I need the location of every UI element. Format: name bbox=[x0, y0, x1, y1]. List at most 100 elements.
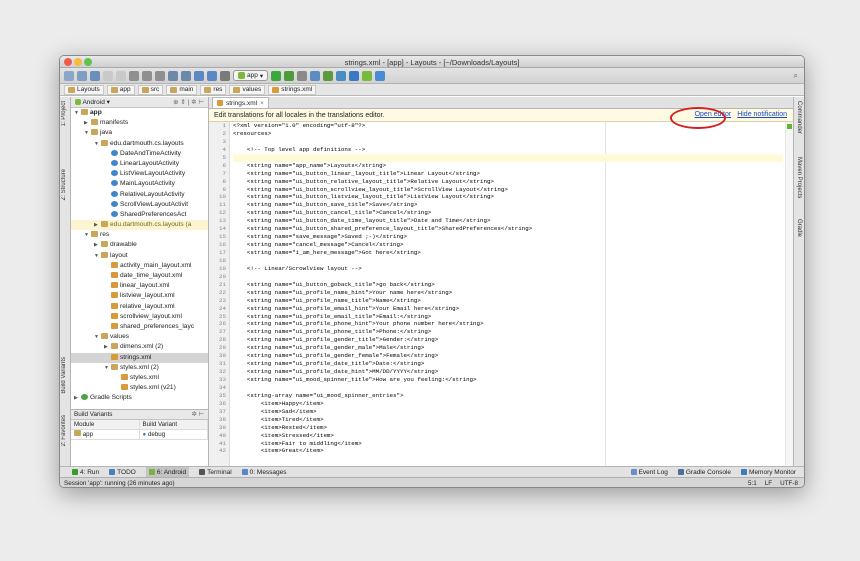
tree-item[interactable]: ▼ values bbox=[71, 332, 208, 342]
project-view-dropdown[interactable]: Android ▾ bbox=[75, 98, 110, 106]
code-line[interactable]: <item>Stressed</item> bbox=[233, 432, 783, 440]
code-line[interactable]: <resources> bbox=[233, 130, 783, 138]
tree-item[interactable]: ListViewLayoutActivity bbox=[71, 169, 208, 179]
expanded-arrow-icon[interactable]: ▼ bbox=[74, 108, 81, 118]
android-monitor-icon[interactable] bbox=[362, 70, 373, 81]
line-separator[interactable]: LF bbox=[765, 480, 772, 487]
tree-item[interactable]: styles.xml (v21) bbox=[71, 383, 208, 393]
tool-tab[interactable]: Gradle Console bbox=[677, 469, 731, 476]
tree-item[interactable]: ▶ Gradle Scripts bbox=[71, 393, 208, 403]
tree-item[interactable]: ▼ app bbox=[71, 108, 208, 118]
code-line[interactable]: <string name="ui_button_shared_preferenc… bbox=[233, 225, 783, 233]
help-icon[interactable] bbox=[375, 70, 386, 81]
tab-maven-projects[interactable]: Maven Projects bbox=[796, 157, 802, 198]
code-line[interactable]: <string name="ui_profile_phone_hint">You… bbox=[233, 320, 783, 328]
collapsed-arrow-icon[interactable]: ▶ bbox=[84, 118, 91, 128]
back-icon[interactable] bbox=[194, 70, 204, 81]
gradle-sync-icon[interactable] bbox=[323, 70, 334, 81]
redo-icon[interactable] bbox=[116, 70, 126, 81]
code-line[interactable] bbox=[233, 153, 783, 162]
code-line[interactable] bbox=[233, 384, 783, 392]
tree-item[interactable]: ▼ edu.dartmouth.cs.layouts bbox=[71, 139, 208, 149]
code-line[interactable]: <string name="ui_button_relative_layout_… bbox=[233, 178, 783, 186]
code-line[interactable]: <item>Sad</item> bbox=[233, 408, 783, 416]
attach-debugger-icon[interactable] bbox=[297, 70, 308, 81]
code-line[interactable]: <string name="ui_button_goback_title">go… bbox=[233, 281, 783, 289]
expanded-arrow-icon[interactable]: ▼ bbox=[104, 363, 111, 373]
copy-icon[interactable] bbox=[142, 70, 152, 81]
code-line[interactable]: <string name="ui_button_listview_layout_… bbox=[233, 193, 783, 201]
tab-build-variants[interactable]: Build Variants bbox=[61, 357, 67, 394]
code-line[interactable]: <string-array name="ui_mood_spinner_entr… bbox=[233, 392, 783, 400]
code-line[interactable]: <string name="ui_profile_phone_title">Ph… bbox=[233, 328, 783, 336]
code-line[interactable]: <string name="cancel_message">Cancel</st… bbox=[233, 241, 783, 249]
code-line[interactable]: <!-- Top level app definitions --> bbox=[233, 146, 783, 154]
expanded-arrow-icon[interactable]: ▼ bbox=[94, 332, 101, 342]
code-line[interactable]: <string name="app_name">Layouts</string> bbox=[233, 162, 783, 170]
forward-icon[interactable] bbox=[207, 70, 217, 81]
breadcrumb-item[interactable]: res bbox=[200, 84, 227, 95]
tool-tab[interactable]: 6: Android bbox=[145, 467, 190, 477]
code-line[interactable]: <string name="ui_button_scrollview_layou… bbox=[233, 186, 783, 194]
tree-item[interactable]: ▶ manifests bbox=[71, 118, 208, 128]
tree-item[interactable]: MainLayoutActivity bbox=[71, 179, 208, 189]
code-line[interactable]: <item>Rested</item> bbox=[233, 424, 783, 432]
caret-position[interactable]: 5:1 bbox=[748, 480, 757, 487]
expanded-arrow-icon[interactable]: ▼ bbox=[94, 251, 101, 261]
code-area[interactable]: 1 2 3 4 5 6 7 8 9 10 11 12 13 14 15 16 17 18 19 20 21 22 23 24 2… bbox=[209, 122, 793, 466]
run-config-dropdown[interactable]: app ▾ bbox=[233, 70, 269, 81]
code-line[interactable]: <string name="ui_profile_name_hint">Your… bbox=[233, 289, 783, 297]
tree-item[interactable]: LinearLayoutActivity bbox=[71, 159, 208, 169]
tree-item[interactable]: ScrollViewLayoutActivit bbox=[71, 200, 208, 210]
paste-icon[interactable] bbox=[155, 70, 165, 81]
tab-commander[interactable]: Commander bbox=[796, 101, 802, 134]
code-line[interactable]: <string name="ui_button_save_title">Save… bbox=[233, 201, 783, 209]
breadcrumb-item[interactable]: strings.xml bbox=[268, 84, 317, 95]
expanded-arrow-icon[interactable]: ▼ bbox=[84, 230, 91, 240]
tool-tab[interactable]: Terminal bbox=[199, 467, 232, 477]
code-line[interactable]: <string name="ui_mood_spinner_title">How… bbox=[233, 376, 783, 384]
code-line[interactable] bbox=[233, 257, 783, 265]
make-project-icon[interactable] bbox=[220, 70, 230, 81]
code-line[interactable]: <string name="i_am_here_message">Got her… bbox=[233, 249, 783, 257]
find-icon[interactable] bbox=[168, 70, 178, 81]
breadcrumb-item[interactable]: src bbox=[137, 84, 164, 95]
search-everywhere-icon[interactable]: ⌕ bbox=[794, 71, 798, 81]
code-line[interactable]: <string name="ui_button_linear_layout_ti… bbox=[233, 170, 783, 178]
tree-item[interactable]: date_time_layout.xml bbox=[71, 271, 208, 281]
tree-item[interactable]: SharedPreferencesAct bbox=[71, 210, 208, 220]
tab-gradle[interactable]: Gradle bbox=[796, 219, 802, 237]
tool-tab[interactable]: TODO bbox=[109, 467, 136, 477]
tree-item[interactable]: styles.xml bbox=[71, 373, 208, 383]
gear-icon[interactable]: ✲ ⊢ bbox=[191, 411, 204, 418]
tree-item[interactable]: ▼ res bbox=[71, 230, 208, 240]
code-line[interactable]: <string name="ui_profile_gender_male">Ma… bbox=[233, 344, 783, 352]
open-icon[interactable] bbox=[64, 70, 74, 81]
debug-icon[interactable] bbox=[284, 70, 295, 81]
tree-item[interactable]: RelativeLayoutActivity bbox=[71, 190, 208, 200]
file-encoding[interactable]: UTF-8 bbox=[780, 480, 798, 487]
breadcrumb-item[interactable]: values bbox=[229, 84, 266, 95]
code-line[interactable]: <string name="save_message">Saved ;-)</s… bbox=[233, 233, 783, 241]
editor-scrollbar[interactable] bbox=[785, 122, 793, 466]
sdk-manager-icon[interactable] bbox=[349, 70, 360, 81]
code-line[interactable]: <string name="ui_profile_date_title">Dat… bbox=[233, 360, 783, 368]
tree-item[interactable]: shared_preferences_layc bbox=[71, 322, 208, 332]
run-icon[interactable] bbox=[271, 70, 282, 81]
panel-settings-icon[interactable]: ⊕ ⇕ | ✲ ⊢ bbox=[173, 98, 204, 106]
save-icon[interactable] bbox=[77, 70, 87, 81]
tree-item[interactable]: relative_layout.xml bbox=[71, 302, 208, 312]
code-line[interactable]: <item>Happy</item> bbox=[233, 400, 783, 408]
tree-item[interactable]: scrollview_layout.xml bbox=[71, 312, 208, 322]
tool-tab[interactable]: Memory Monitor bbox=[741, 469, 796, 476]
undo-icon[interactable] bbox=[103, 70, 113, 81]
code-line[interactable]: <string name="ui_profile_email_hint">You… bbox=[233, 305, 783, 313]
code-line[interactable]: <string name="ui_button_date_time_layout… bbox=[233, 217, 783, 225]
code-line[interactable]: <string name="ui_profile_email_title">Em… bbox=[233, 313, 783, 321]
variant-cell[interactable]: ● debug bbox=[139, 430, 208, 440]
code-line[interactable]: <string name="ui_profile_gender_title">G… bbox=[233, 336, 783, 344]
code-line[interactable] bbox=[233, 273, 783, 281]
tab-structure[interactable]: Z: Structure bbox=[61, 169, 67, 200]
collapsed-arrow-icon[interactable]: ▶ bbox=[74, 393, 81, 403]
hide-notification-link[interactable]: Hide notification bbox=[737, 111, 787, 118]
